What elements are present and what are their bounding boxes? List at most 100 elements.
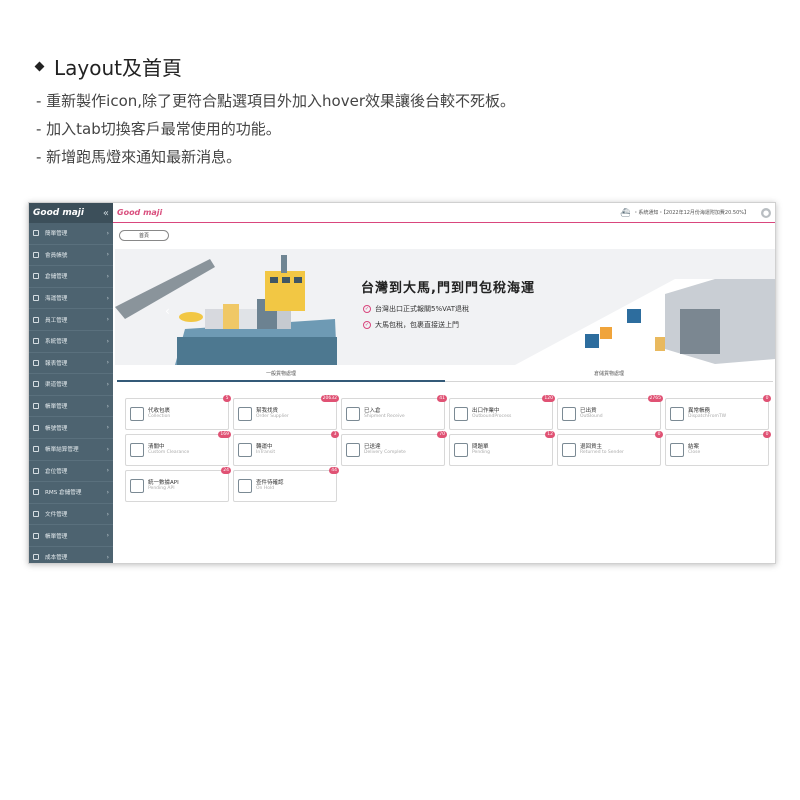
news-marquee[interactable]: ⛴ ・系統通知・【2022年12月份海運附加費20.50%】: [620, 208, 749, 217]
status-card-subtitle: On Hold: [256, 486, 275, 491]
status-card[interactable]: 已入倉 Shipment Receive 41: [341, 395, 447, 430]
menu-item-icon: [33, 251, 39, 258]
menu-item-icon: [33, 316, 39, 323]
status-card-title: 異常帳務: [688, 408, 711, 414]
count-badge: 3: [331, 431, 339, 438]
status-icon: [562, 443, 576, 457]
status-card[interactable]: 幫我找貨 Order Supplier 20632: [233, 395, 339, 430]
menu-item-icon: [33, 554, 39, 561]
sidebar-item-label: 成本管理: [45, 555, 68, 562]
tab-warehouse-cargo[interactable]: 倉儲貨物處理: [445, 368, 773, 382]
sidebar-item[interactable]: 會員帳號 ›: [29, 245, 113, 267]
sidebar-item[interactable]: 文件管理 ›: [29, 504, 113, 526]
banner-prev-icon[interactable]: ‹: [165, 304, 170, 318]
status-icon: [670, 407, 684, 421]
status-icon: [238, 479, 252, 493]
status-card-subtitle: Returned to Sender: [580, 450, 624, 455]
menu-item-icon: [33, 424, 39, 431]
status-card[interactable]: 問題單 Pending 12: [449, 431, 555, 466]
menu-item-icon: [33, 295, 39, 302]
chevron-right-icon: ›: [106, 337, 109, 345]
status-card[interactable]: 結案 Close 0: [665, 431, 771, 466]
count-badge: 5: [223, 395, 231, 402]
status-card-title: 統一數據API: [148, 480, 179, 486]
menu-item-icon: [33, 230, 39, 237]
status-icon: [346, 443, 360, 457]
topbar: Good maji ⛴ ・系統通知・【2022年12月份海運附加費20.50%】…: [113, 203, 775, 223]
count-badge: 24: [221, 467, 231, 474]
sidebar-item[interactable]: 帳單結算管理 ›: [29, 439, 113, 461]
breadcrumb-home[interactable]: 首頁: [119, 230, 169, 241]
notes-title-text: Layout及首頁: [54, 56, 182, 80]
status-icon: [670, 443, 684, 457]
tab-general-cargo[interactable]: 一般貨物處理: [117, 368, 445, 382]
sidebar-item[interactable]: 渠道管理 ›: [29, 374, 113, 396]
notes-title: Layout及首頁: [34, 52, 515, 81]
notes-line: - 重新製作icon,除了更符合點選項目外加入hover效果讓後台較不死板。: [36, 92, 516, 110]
status-card-title: 幫我找貨: [256, 408, 279, 414]
count-badge: 0: [655, 431, 663, 438]
sidebar-item[interactable]: 員工管理 ›: [29, 309, 113, 331]
collapse-sidebar-icon[interactable]: «: [103, 208, 109, 219]
status-icon: [562, 407, 576, 421]
chevron-right-icon: ›: [106, 445, 109, 453]
status-card[interactable]: 已出貨 OutBound 2765: [557, 395, 663, 430]
status-card-title: 出口作業中: [472, 408, 500, 414]
sidebar-item[interactable]: 海運管理 ›: [29, 288, 113, 310]
chevron-right-icon: ›: [106, 488, 109, 496]
status-card[interactable]: 轉運中 InTransit 3: [233, 431, 339, 466]
status-card-subtitle: OutBound: [580, 414, 603, 419]
brand-logo[interactable]: Good maji: [33, 209, 84, 218]
topbar-logo[interactable]: Good maji: [117, 209, 162, 217]
sidebar-item[interactable]: 帳單管理 ›: [29, 396, 113, 418]
sidebar-item[interactable]: 帳號管理 ›: [29, 417, 113, 439]
status-card[interactable]: 異常帳務 DispatchFromTW 0: [665, 395, 771, 430]
sidebar-item[interactable]: 倉儲管理 ›: [29, 266, 113, 288]
status-card[interactable]: 清關中 Custom Clearance 169: [125, 431, 231, 466]
sidebar-item[interactable]: 系統管理 ›: [29, 331, 113, 353]
sidebar-item-label: 渠道管理: [45, 382, 68, 389]
count-badge: 120: [542, 395, 555, 402]
status-card-title: 代收包裹: [148, 408, 171, 414]
sidebar-item[interactable]: 倉位管理 ›: [29, 461, 113, 483]
status-card-title: 問題單: [472, 444, 489, 450]
sidebar: Good maji « 簡單管理 › 會員帳號 › 倉儲管理 › 海運管理 › 員工管理…: [29, 203, 113, 563]
menu-item-icon: [33, 338, 39, 345]
sidebar-item[interactable]: 報表管理 ›: [29, 353, 113, 375]
banner-line: ✓ 台灣出口正式報關5%VAT退稅: [363, 304, 469, 314]
status-card-subtitle: Pending: [472, 450, 490, 455]
notes-line: - 加入tab切換客戶最常使用的功能。: [36, 120, 281, 138]
sidebar-item[interactable]: RMS 倉儲管理 ›: [29, 482, 113, 504]
status-card-title: 結案: [688, 444, 700, 450]
status-card-title: 查件待確認: [256, 480, 284, 486]
menu-item-icon: [33, 532, 39, 539]
sidebar-item[interactable]: 帳單管理 ›: [29, 525, 113, 547]
status-card-subtitle: Collection: [148, 414, 171, 419]
menu-item-icon: [33, 489, 39, 496]
status-card[interactable]: 統一數據API Pending API 24: [125, 467, 231, 502]
diamond-bullet-icon: [34, 61, 45, 72]
banner-line-text: 大馬包稅，包裹直接送上門: [375, 321, 459, 329]
status-card[interactable]: 已送達 Delivery Complete 70: [341, 431, 447, 466]
user-avatar-icon[interactable]: ●: [761, 207, 771, 218]
status-card[interactable]: 代收包裹 Collection 5: [125, 395, 231, 430]
status-card[interactable]: 查件待確認 On Hold 44: [233, 467, 339, 502]
status-card-subtitle: Shipment Receive: [364, 414, 405, 419]
sidebar-item-label: RMS 倉儲管理: [45, 490, 82, 497]
status-card-subtitle: InTransit: [256, 450, 276, 455]
promo-banner[interactable]: ‹ 台灣到大馬,門到門包稅海運 ✓ 台灣出口正式報關5%VAT退稅 ✓ 大馬包稅，包…: [115, 249, 775, 365]
sidebar-item[interactable]: 簡單管理 ›: [29, 223, 113, 245]
menu-item-icon: [33, 273, 39, 280]
sidebar-item-label: 報表管理: [45, 360, 68, 367]
count-badge: 0: [763, 395, 771, 402]
chevron-right-icon: ›: [106, 402, 109, 410]
sidebar-item-label: 會員帳號: [45, 252, 68, 259]
status-card[interactable]: 退回貨主 Returned to Sender 0: [557, 431, 663, 466]
count-badge: 70: [437, 431, 447, 438]
sidebar-item-label: 海運管理: [45, 296, 68, 303]
status-card-subtitle: DispatchFromTW: [688, 414, 727, 419]
sidebar-item[interactable]: 成本管理 ›: [29, 547, 113, 563]
marquee-text: ・系統通知・【2022年12月份海運附加費20.50%】: [633, 210, 749, 216]
status-card[interactable]: 出口作業中 OutboundProcess 120: [449, 395, 555, 430]
status-card-title: 退回貨主: [580, 444, 603, 450]
